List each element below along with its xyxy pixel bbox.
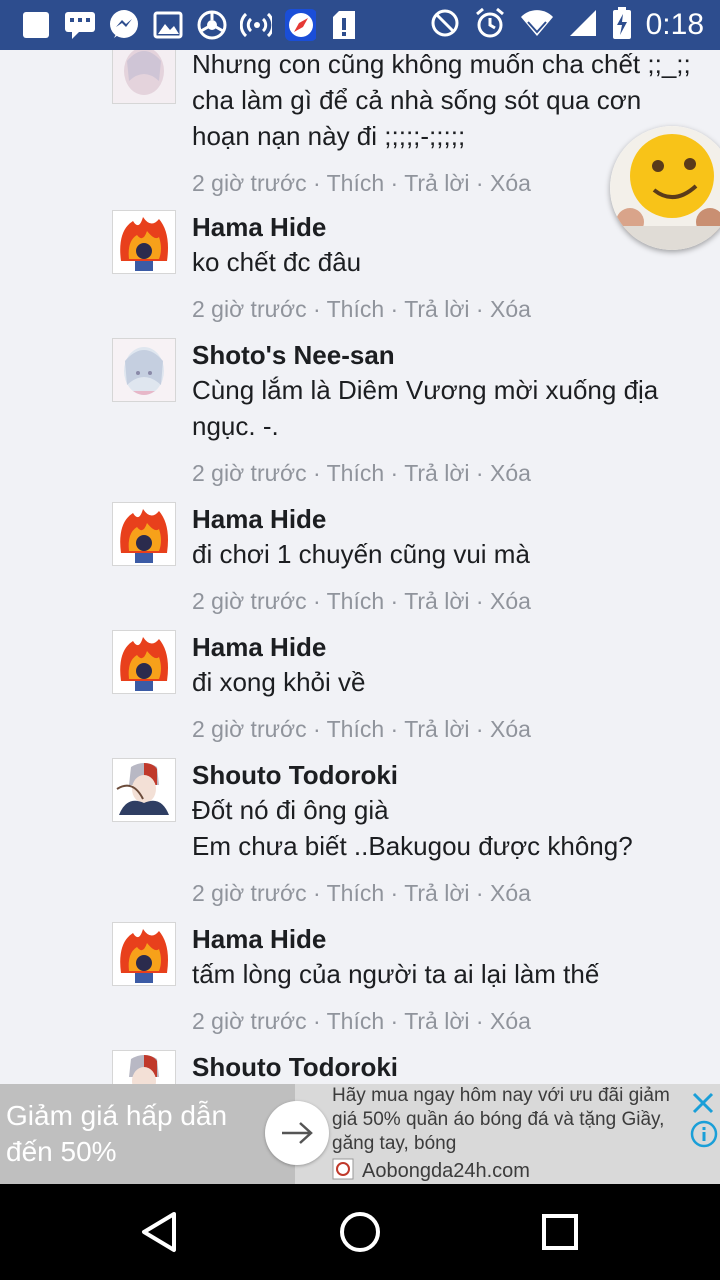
wifi-hotspot-icon xyxy=(240,10,272,40)
stop-square-icon xyxy=(20,10,52,40)
delete-link[interactable]: Xóa xyxy=(490,170,531,196)
delete-link[interactable]: Xóa xyxy=(490,296,531,322)
comment-time: 2 giờ trước xyxy=(192,296,307,322)
chrome-icon xyxy=(196,10,228,40)
gallery-icon xyxy=(152,10,184,40)
reply-link[interactable]: Trả lời xyxy=(404,460,469,486)
ad-headline: Giảm giá hấp dẫn đến 50% xyxy=(6,1100,228,1167)
comment-text: tấm lòng của người ta ai lại làm thế xyxy=(192,959,600,989)
like-link[interactable]: Thích xyxy=(327,170,385,196)
compass-app-icon xyxy=(284,9,316,41)
like-link[interactable]: Thích xyxy=(327,716,385,742)
comment-author[interactable]: Shoto's Nee-san xyxy=(192,338,692,372)
like-link[interactable]: Thích xyxy=(327,460,385,486)
ad-banner[interactable]: Giảm giá hấp dẫn đến 50% Hãy mua ngay hô… xyxy=(0,1084,720,1184)
avatar[interactable] xyxy=(112,338,176,402)
avatar[interactable] xyxy=(112,758,176,822)
comment-meta: 2 giờ trước · Thích · Trả lời · Xóa xyxy=(192,460,531,486)
like-link[interactable]: Thích xyxy=(327,880,385,906)
delete-link[interactable]: Xóa xyxy=(490,716,531,742)
avatar[interactable] xyxy=(112,922,176,986)
arrow-right-icon xyxy=(282,1122,313,1144)
comment-text: đi xong khỏi về xyxy=(192,667,366,697)
sms-icon xyxy=(64,10,96,40)
like-link[interactable]: Thích xyxy=(327,296,385,322)
comment-text: Nhưng con cũng không muốn cha chết ;;_;;… xyxy=(192,50,691,151)
comment-body: Shouto Todoroki xyxy=(192,1050,692,1084)
avatar[interactable] xyxy=(112,50,176,104)
comment-body: Hama Hide ko chết đc đâu 2 giờ trước · T… xyxy=(192,210,692,324)
comment-meta: 2 giờ trước · Thích · Trả lời · Xóa xyxy=(192,296,531,322)
ad-close-icon[interactable] xyxy=(688,1088,718,1118)
cell-signal-icon xyxy=(568,8,598,43)
reply-link[interactable]: Trả lời xyxy=(404,296,469,322)
comment-text: đi chơi 1 chuyến cũng vui mà xyxy=(192,539,530,569)
reply-link[interactable]: Trả lời xyxy=(404,716,469,742)
comment-time: 2 giờ trước xyxy=(192,716,307,742)
sd-card-alert-icon xyxy=(328,10,360,40)
comment-meta: 2 giờ trước · Thích · Trả lời · Xóa xyxy=(192,716,531,742)
delete-link[interactable]: Xóa xyxy=(490,460,531,486)
comment-time: 2 giờ trước xyxy=(192,460,307,486)
comment-body: Hama Hide đi xong khỏi về 2 giờ trước · … xyxy=(192,630,692,744)
comment-feed[interactable]: Nhưng con cũng không muốn cha chết ;;_;;… xyxy=(0,50,720,1084)
comment-meta: 2 giờ trước · Thích · Trả lời · Xóa xyxy=(192,1008,531,1034)
comment-time: 2 giờ trước xyxy=(192,1008,307,1034)
delete-link[interactable]: Xóa xyxy=(490,1008,531,1034)
wifi-icon xyxy=(520,8,554,43)
comment-text: Cùng lắm là Diêm Vương mời xuống địa ngụ… xyxy=(192,375,659,441)
comment-author[interactable]: Shouto Todoroki xyxy=(192,758,692,792)
comment-text: Đốt nó đi ông già Em chưa biết ..Bakugou… xyxy=(192,795,633,861)
ad-info-icon[interactable] xyxy=(690,1120,718,1148)
recents-icon[interactable] xyxy=(534,1206,586,1258)
messenger-icon xyxy=(108,10,140,40)
comment-body: Hama Hide tấm lòng của người ta ai lại l… xyxy=(192,922,692,1036)
reply-link[interactable]: Trả lời xyxy=(404,1008,469,1034)
avatar[interactable] xyxy=(112,210,176,274)
ad-domain[interactable]: Aobongda24h.com xyxy=(362,1160,530,1183)
delete-link[interactable]: Xóa xyxy=(490,588,531,614)
comment-meta: 2 giờ trước · Thích · Trả lời · Xóa xyxy=(192,588,531,614)
battery-charging-icon xyxy=(612,6,632,44)
delete-link[interactable]: Xóa xyxy=(490,880,531,906)
like-link[interactable]: Thích xyxy=(327,588,385,614)
comment-time: 2 giờ trước xyxy=(192,588,307,614)
do-not-disturb-icon xyxy=(430,8,460,43)
comment-time: 2 giờ trước xyxy=(192,170,307,196)
comment-text: ko chết đc đâu xyxy=(192,247,362,277)
home-icon[interactable] xyxy=(334,1206,386,1258)
comment-author[interactable]: Hama Hide xyxy=(192,502,692,536)
comment-body: Shouto Todoroki Đốt nó đi ông già Em chư… xyxy=(192,758,692,908)
alarm-icon xyxy=(474,7,506,44)
status-bar: 0:18 xyxy=(0,0,720,50)
avatar[interactable] xyxy=(112,1050,176,1084)
comment-time: 2 giờ trước xyxy=(192,880,307,906)
navigation-bar xyxy=(0,1184,720,1280)
avatar[interactable] xyxy=(112,630,176,694)
comment-author[interactable]: Hama Hide xyxy=(192,922,692,956)
back-icon[interactable] xyxy=(134,1206,186,1258)
reply-link[interactable]: Trả lời xyxy=(404,880,469,906)
reply-link[interactable]: Trả lời xyxy=(404,588,469,614)
ad-favicon-icon xyxy=(332,1158,354,1180)
comment-body: Hama Hide đi chơi 1 chuyến cũng vui mà 2… xyxy=(192,502,692,616)
like-link[interactable]: Thích xyxy=(327,1008,385,1034)
comment-meta: 2 giờ trước · Thích · Trả lời · Xóa xyxy=(192,880,531,906)
reply-link[interactable]: Trả lời xyxy=(404,170,469,196)
clock: 0:18 xyxy=(645,8,704,41)
ad-image[interactable]: Giảm giá hấp dẫn đến 50% xyxy=(0,1084,295,1184)
comment-author[interactable]: Hama Hide xyxy=(192,630,692,664)
avatar[interactable] xyxy=(112,502,176,566)
ad-arrow-button[interactable] xyxy=(265,1101,329,1165)
comment-author[interactable]: Shouto Todoroki xyxy=(192,1050,692,1084)
comment-body: Shoto's Nee-san Cùng lắm là Diêm Vương m… xyxy=(192,338,692,488)
ad-description: Hãy mua ngay hôm nay với ưu đãi giảm giá… xyxy=(332,1085,670,1154)
